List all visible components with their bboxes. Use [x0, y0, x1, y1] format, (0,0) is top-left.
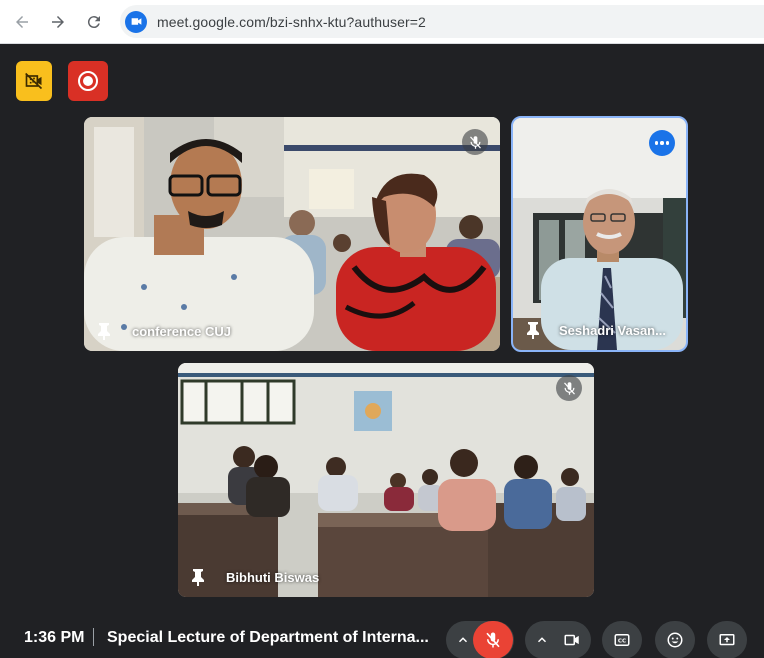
present-screen-icon	[719, 634, 735, 646]
muted-badge	[556, 375, 582, 401]
participant-name: Seshadri Vasan...	[559, 323, 666, 338]
browser-toolbar: meet.google.com/bzi-snhx-ktu?authuser=2	[0, 0, 764, 44]
reload-button[interactable]	[80, 8, 108, 36]
participant-video	[84, 117, 500, 351]
url-text[interactable]: meet.google.com/bzi-snhx-ktu?authuser=2	[157, 14, 426, 30]
pin-icon[interactable]	[190, 568, 206, 586]
participant-tile-conference-cuj[interactable]: conference CUJ	[84, 117, 500, 351]
closed-captions-icon: CC	[614, 634, 630, 646]
camera-off-icon	[25, 72, 43, 90]
toggle-microphone-button[interactable]	[473, 621, 513, 658]
google-meet-icon[interactable]	[125, 10, 147, 33]
svg-text:CC: CC	[618, 639, 626, 645]
camera-control	[525, 621, 591, 658]
participant-tile-seshadri-vasan[interactable]: Seshadri Vasan...	[511, 116, 688, 352]
participant-name: Bibhuti Biswas	[226, 570, 320, 585]
forward-button[interactable]	[44, 8, 72, 36]
participant-name: conference CUJ	[132, 324, 231, 339]
captions-button[interactable]: CC	[602, 621, 642, 658]
arrow-right-icon	[52, 16, 64, 28]
pin-icon[interactable]	[96, 322, 112, 340]
meeting-title: Special Lecture of Department of Interna…	[107, 629, 429, 646]
microphone-control	[446, 621, 514, 658]
participant-video	[178, 363, 594, 597]
participant-tile-bibhuti-biswas[interactable]: Bibhuti Biswas	[178, 363, 594, 597]
pin-icon[interactable]	[525, 321, 541, 339]
back-button[interactable]	[8, 8, 36, 36]
chevron-up-icon	[458, 637, 468, 643]
muted-badge	[462, 129, 488, 155]
mic-off-icon	[486, 632, 500, 648]
emoji-icon	[667, 632, 683, 648]
meeting-controls-bar: 1:36 PM Special Lecture of Department of…	[0, 610, 764, 658]
chevron-up-icon	[537, 637, 547, 643]
address-bar[interactable]: meet.google.com/bzi-snhx-ktu?authuser=2	[120, 5, 764, 38]
reactions-button[interactable]	[655, 621, 695, 658]
meeting-clock: 1:36 PM	[24, 629, 85, 646]
recording-indicator[interactable]	[68, 61, 108, 101]
camera-off-indicator[interactable]	[16, 61, 52, 101]
videocam-icon	[564, 634, 579, 646]
present-screen-button[interactable]	[707, 621, 747, 658]
recording-icon	[78, 71, 98, 91]
divider	[93, 628, 94, 646]
reload-icon	[87, 16, 100, 29]
toggle-camera-button[interactable]	[552, 621, 592, 658]
mic-off-icon	[469, 135, 481, 149]
mic-off-icon	[563, 381, 575, 395]
arrow-left-icon	[16, 16, 28, 28]
more-options-button[interactable]	[649, 130, 675, 156]
